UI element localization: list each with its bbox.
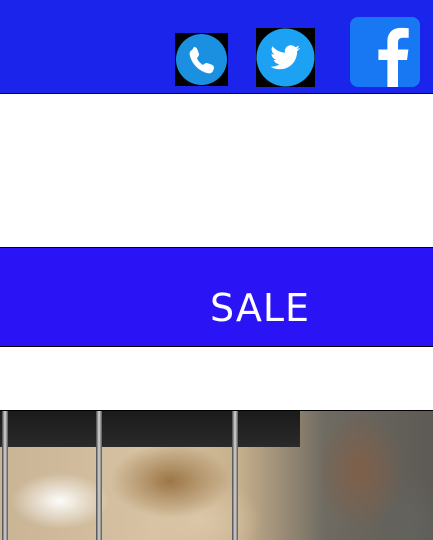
product-photo[interactable]: [0, 410, 433, 540]
twitter-icon[interactable]: [256, 28, 315, 87]
blank-section: [0, 347, 433, 410]
blank-section: [0, 94, 433, 247]
facebook-icon[interactable]: [350, 17, 420, 87]
photo-detail: [0, 411, 300, 447]
site-header: [0, 0, 433, 94]
phone-icon[interactable]: [175, 33, 228, 86]
sale-label: SALE: [210, 286, 311, 330]
photo-detail: [232, 411, 238, 540]
photo-detail: [96, 411, 102, 540]
sale-banner[interactable]: SALE: [0, 247, 433, 347]
photo-detail: [2, 411, 8, 540]
